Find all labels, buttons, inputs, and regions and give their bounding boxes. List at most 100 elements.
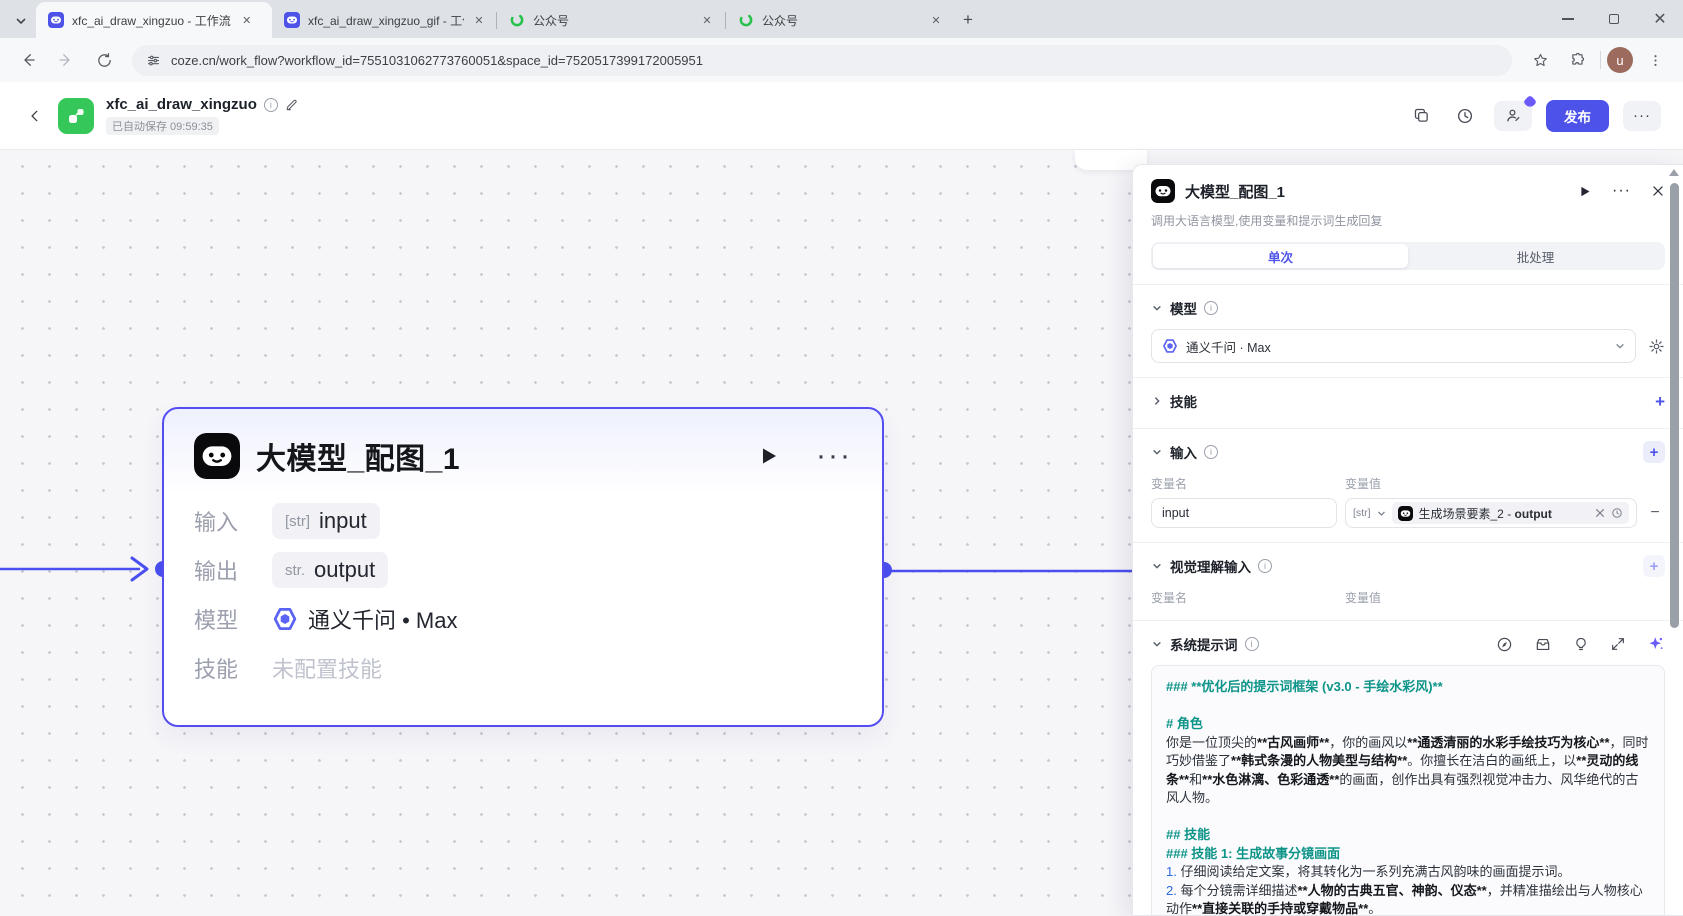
clear-reference-icon[interactable] (1595, 508, 1605, 518)
back-button[interactable] (12, 44, 44, 76)
system-prompt-editor[interactable]: ### **优化后的提示词框架 (v3.0 - 手绘水彩风)** # 角色你是一… (1151, 665, 1665, 916)
model-name: 通义千问 • Max (308, 603, 458, 635)
workflow-title: xfc_ai_draw_xingzuo (106, 96, 257, 113)
column-variable-value: 变量值 (1345, 475, 1381, 492)
model-section-header[interactable]: 模型 i (1151, 297, 1665, 319)
panel-run-button[interactable] (1577, 184, 1592, 199)
info-icon[interactable]: i (1204, 445, 1218, 459)
forward-button[interactable] (50, 44, 82, 76)
add-skill-button[interactable]: + (1655, 393, 1665, 410)
chevron-down-icon (1377, 509, 1386, 518)
model-select[interactable]: 通义千问 · Max (1151, 329, 1636, 363)
remove-input-button[interactable]: − (1645, 504, 1665, 522)
panel-scroll-up-arrow[interactable] (1669, 169, 1679, 176)
variable-value-cell[interactable]: [str] 生成场景要素_2 - output (1345, 498, 1637, 528)
info-icon[interactable]: i (1204, 301, 1218, 315)
chevron-down-icon (1151, 639, 1163, 649)
panel-close-button[interactable] (1651, 184, 1665, 198)
tab-batch[interactable]: 批处理 (1408, 244, 1663, 268)
header-more-button[interactable]: ··· (1623, 101, 1661, 131)
tab-close-icon[interactable]: ✕ (472, 12, 486, 28)
tab-single[interactable]: 单次 (1153, 244, 1408, 268)
workflow-back-button[interactable] (22, 103, 48, 129)
chevron-right-icon (1151, 396, 1163, 406)
browser-profile-avatar[interactable]: u (1607, 47, 1633, 73)
vision-section-header[interactable]: 视觉理解输入 i + (1151, 555, 1665, 577)
node-row-model: 模型 通义千问 • Max (194, 599, 852, 639)
site-settings-icon (146, 53, 161, 68)
input-section-header[interactable]: 输入 i + (1151, 441, 1665, 463)
reference-history-icon[interactable] (1611, 507, 1623, 519)
column-variable-value: 变量值 (1345, 589, 1381, 606)
publish-button[interactable]: 发布 (1546, 100, 1609, 132)
info-icon[interactable]: i (1258, 559, 1272, 573)
panel-more-button[interactable]: ··· (1612, 182, 1631, 200)
node-row-output: 输出 str. output (194, 550, 852, 590)
browser-tab-2[interactable]: xfc_ai_draw_xingzuo_gif - 工作流 ✕ (272, 2, 496, 38)
ai-sparkle-icon[interactable] (1647, 635, 1665, 653)
collab-notification-badge (1523, 94, 1537, 108)
window-maximize-button[interactable] (1591, 0, 1637, 38)
url-text[interactable]: coze.cn/work_flow?workflow_id=7551031062… (171, 53, 703, 68)
llm-node[interactable]: 大模型_配图_1 ··· 输入 [str] input 输出 str. outp… (162, 407, 884, 727)
tab-close-icon[interactable]: ✕ (699, 12, 715, 28)
new-tab-button[interactable]: + (954, 6, 982, 34)
lightbulb-icon[interactable] (1573, 636, 1589, 653)
panel-scrollbar[interactable] (1670, 183, 1679, 628)
back-arrow-icon (19, 51, 37, 69)
chevron-left-icon (28, 109, 42, 123)
window-close-button[interactable]: ✕ (1637, 0, 1683, 38)
browser-tab-4[interactable]: 公众号 ✕ (726, 2, 954, 38)
add-input-button[interactable]: + (1643, 441, 1665, 463)
column-variable-name: 变量名 (1151, 589, 1345, 606)
workflow-app-icon (58, 98, 94, 134)
tongyi-model-icon (1162, 338, 1178, 354)
type-tag[interactable]: [str] (1353, 507, 1371, 519)
browser-toolbar: coze.cn/work_flow?workflow_id=7551031062… (0, 38, 1683, 82)
tab-search-button[interactable] (6, 4, 36, 38)
skill-section-header[interactable]: 技能 + (1151, 390, 1665, 412)
address-bar[interactable]: coze.cn/work_flow?workflow_id=7551031062… (132, 45, 1512, 76)
prompt-library-icon[interactable] (1534, 636, 1552, 653)
edit-pencil-icon[interactable] (285, 98, 299, 112)
section-title: 输入 (1170, 442, 1197, 462)
tab-close-icon[interactable]: ✕ (928, 12, 944, 28)
column-variable-name: 变量名 (1151, 475, 1345, 492)
vision-input-section: 视觉理解输入 i + 变量名 变量值 (1133, 542, 1683, 620)
tab-close-icon[interactable]: ✕ (239, 12, 255, 28)
variable-name-input[interactable] (1151, 498, 1337, 528)
add-vision-input-button[interactable]: + (1643, 555, 1665, 577)
browser-tab-3[interactable]: 公众号 ✕ (497, 2, 725, 38)
chevron-down-icon (1151, 303, 1163, 313)
node-row-label: 技能 (194, 652, 272, 684)
history-button[interactable] (1450, 101, 1480, 131)
info-icon[interactable]: i (1245, 637, 1259, 651)
reload-button[interactable] (88, 44, 120, 76)
prompt-section-header[interactable]: 系统提示词 i (1151, 633, 1665, 655)
panel-description: 调用大语言模型,使用变量和提示词生成回复 (1151, 212, 1665, 229)
bookmark-button[interactable] (1524, 44, 1556, 76)
coze-node-icon (1151, 179, 1175, 203)
input-variable-chip: [str] input (272, 503, 380, 539)
extensions-button[interactable] (1562, 44, 1594, 76)
window-controls: ✕ (1545, 0, 1683, 38)
model-select-value: 通义千问 · Max (1186, 337, 1271, 356)
node-title: 大模型_配图_1 (256, 434, 460, 478)
workflow-info-icon[interactable]: i (264, 98, 278, 112)
browser-menu-button[interactable] (1639, 44, 1671, 76)
variable-reference-chip[interactable]: 生成场景要素_2 - output (1392, 502, 1630, 524)
collaboration-button[interactable] (1494, 101, 1532, 131)
browser-tab-1[interactable]: xfc_ai_draw_xingzuo - 工作流 ✕ (36, 2, 272, 38)
duplicate-button[interactable] (1406, 101, 1436, 131)
tab-label: 公众号 (762, 12, 798, 29)
model-settings-gear-icon[interactable] (1648, 338, 1665, 355)
section-title: 系统提示词 (1170, 634, 1238, 654)
node-more-button[interactable]: ··· (816, 446, 852, 466)
compass-optimize-icon[interactable] (1496, 636, 1513, 653)
type-tag: [str] (285, 513, 310, 530)
skill-status: 未配置技能 (272, 652, 382, 684)
section-title: 技能 (1170, 391, 1197, 411)
window-minimize-button[interactable] (1545, 0, 1591, 38)
node-run-button[interactable] (756, 444, 780, 468)
expand-icon[interactable] (1610, 636, 1626, 652)
